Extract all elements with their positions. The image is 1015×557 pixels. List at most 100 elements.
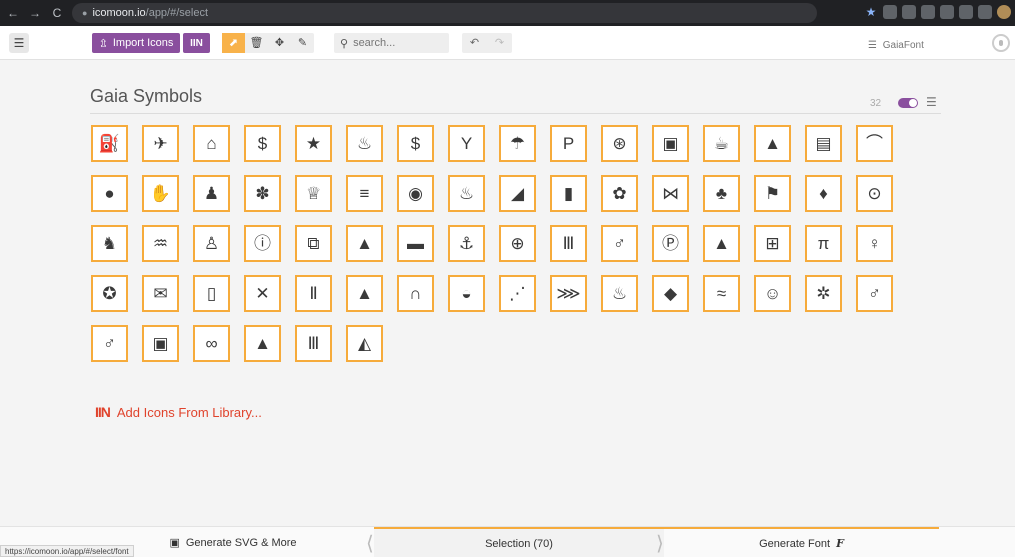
font-name-link[interactable]: ☰ GaiaFont (868, 40, 924, 51)
museum-guide-icon[interactable]: ♟ (193, 175, 230, 212)
volcano-icon[interactable]: ▲ (244, 325, 281, 362)
rock-icon[interactable]: ◆ (652, 275, 689, 312)
fire-icon[interactable]: ♨ (448, 175, 485, 212)
add-icons-from-library-link[interactable]: IIN Add Icons From Library... (95, 404, 262, 420)
fishing-icon[interactable]: ◢ (499, 175, 536, 212)
cocktail-icon[interactable]: Y (448, 125, 485, 162)
burger-icon[interactable]: ≡ (346, 175, 383, 212)
flower-icon[interactable]: ✿ (601, 175, 638, 212)
waterfall-icon[interactable]: Ⅲ (295, 325, 332, 362)
info-icon[interactable]: ⓘ (244, 225, 281, 262)
bed-icon[interactable]: ▬ (397, 225, 434, 262)
tent-icon[interactable]: ⌒ (856, 125, 893, 162)
gazebo-icon[interactable]: ∩ (397, 275, 434, 312)
ferris-wheel-icon[interactable]: ✲ (805, 275, 842, 312)
walking-icon[interactable]: ♂ (91, 325, 128, 362)
climbing-icon[interactable]: ✋ (142, 175, 179, 212)
viewpoint-icon[interactable]: ◭ (346, 325, 383, 362)
police-icon[interactable]: ✪ (91, 275, 128, 312)
dollar-icon[interactable]: $ (244, 125, 281, 162)
main-menu-button[interactable]: ☰ (9, 33, 29, 53)
cafe-icon[interactable]: ☕ (703, 125, 740, 162)
generate-svg-tab[interactable]: ▣ Generate SVG & More (92, 527, 374, 557)
house-tree-icon[interactable]: ⌂ (193, 125, 230, 162)
generate-font-tab[interactable]: Generate Font F (664, 527, 939, 557)
back-icon[interactable]: ← (4, 6, 22, 20)
bicycle-parking-icon[interactable]: P (550, 125, 587, 162)
camping-icon[interactable]: ▲ (754, 125, 791, 162)
redo-icon[interactable]: ↷ (487, 33, 512, 53)
swimming-icon[interactable]: ≈ (703, 275, 740, 312)
playground-icon[interactable]: ♀ (856, 225, 893, 262)
extension-icon[interactable] (959, 5, 973, 19)
undo-icon[interactable]: ↶ (462, 33, 487, 53)
bus-icon[interactable]: ▣ (652, 125, 689, 162)
horse-riding-icon[interactable]: ♞ (91, 225, 128, 262)
grocery-icon[interactable]: ♦ (805, 175, 842, 212)
paw-icon[interactable]: ✽ (244, 175, 281, 212)
lighthouse-icon[interactable]: ▲ (346, 225, 383, 262)
pharmacy-icon[interactable]: ⊞ (754, 225, 791, 262)
import-icons-button[interactable]: ⇫ Import Icons (92, 33, 180, 53)
parking-icon[interactable]: Ⓟ (652, 225, 689, 262)
caravan-icon[interactable]: ▤ (805, 125, 842, 162)
set-toggle-switch[interactable] (898, 98, 918, 108)
binoculars-icon[interactable]: ∞ (193, 325, 230, 362)
monument-icon[interactable]: Ⅲ (550, 225, 587, 262)
picnic-icon[interactable]: π (805, 225, 842, 262)
search-input[interactable] (353, 37, 439, 49)
star-icon[interactable]: ★ (295, 125, 332, 162)
hiking-icon[interactable]: ♂ (601, 225, 638, 262)
shopping-basket-icon[interactable]: ◒ (448, 275, 485, 312)
golf-icon[interactable]: ⚑ (754, 175, 791, 212)
scout-icon[interactable]: ⊙ (856, 175, 893, 212)
extension-icon[interactable] (940, 5, 954, 19)
set-menu-icon[interactable]: ☰ (926, 95, 937, 109)
airplane-icon[interactable]: ✈ (142, 125, 179, 162)
library-button[interactable]: IIN (183, 33, 210, 53)
select-tool-icon[interactable]: ⬈ (222, 33, 245, 53)
hot-spring-icon[interactable]: ♒ (142, 225, 179, 262)
user-avatar[interactable] (992, 34, 1010, 52)
forward-icon[interactable]: → (26, 6, 44, 20)
toilets-icon[interactable]: ♂ (856, 275, 893, 312)
bakery-icon[interactable]: ♨ (346, 125, 383, 162)
delete-tool-icon[interactable]: 🗑 (245, 33, 268, 53)
skiing-icon[interactable]: ⋰ (499, 275, 536, 312)
tree-icon[interactable]: ♣ (703, 175, 740, 212)
shelter-icon[interactable]: ▲ (346, 275, 383, 312)
ferry-icon[interactable]: ◉ (397, 175, 434, 212)
spa-icon[interactable]: ♨ (601, 275, 638, 312)
ice-cream-icon[interactable]: ♙ (193, 225, 230, 262)
fuel-pump-icon[interactable]: ⛽ (91, 125, 128, 162)
extension-icon[interactable] (883, 5, 897, 19)
drink-icon[interactable]: ♕ (295, 175, 332, 212)
bookmark-star-icon[interactable]: ★ (864, 5, 878, 19)
post-icon[interactable]: ✉ (142, 275, 179, 312)
profile-avatar-icon[interactable] (997, 5, 1011, 19)
selection-tab[interactable]: Selection (70) (374, 527, 664, 557)
tools-icon[interactable]: ✕ (244, 275, 281, 312)
hammock-icon[interactable]: ⋈ (652, 175, 689, 212)
gas-station-icon[interactable]: ▮ (550, 175, 587, 212)
library-icon[interactable]: ⧉ (295, 225, 332, 262)
reload-icon[interactable]: C (48, 6, 66, 20)
extension-icon[interactable] (921, 5, 935, 19)
first-aid-icon[interactable]: ⊕ (499, 225, 536, 262)
train-icon[interactable]: ▣ (142, 325, 179, 362)
mountain-icon[interactable]: ▲ (703, 225, 740, 262)
pub-icon[interactable]: ▯ (193, 275, 230, 312)
theater-icon[interactable]: ☺ (754, 275, 791, 312)
move-tool-icon[interactable]: ✥ (268, 33, 291, 53)
wheel-icon[interactable]: ⊛ (601, 125, 638, 162)
restaurant-icon[interactable]: Ⅱ (295, 275, 332, 312)
beach-umbrella-icon[interactable]: ☂ (499, 125, 536, 162)
anchor-icon[interactable]: ⚓ (448, 225, 485, 262)
cinema-icon[interactable]: ● (91, 175, 128, 212)
extension-icon[interactable] (902, 5, 916, 19)
edit-tool-icon[interactable]: ✎ (291, 33, 314, 53)
extension-icon[interactable] (978, 5, 992, 19)
address-bar[interactable]: ● icomoon.io /app/#/select (72, 3, 817, 23)
skating-icon[interactable]: ⋙ (550, 275, 587, 312)
money-bag-icon[interactable]: $ (397, 125, 434, 162)
